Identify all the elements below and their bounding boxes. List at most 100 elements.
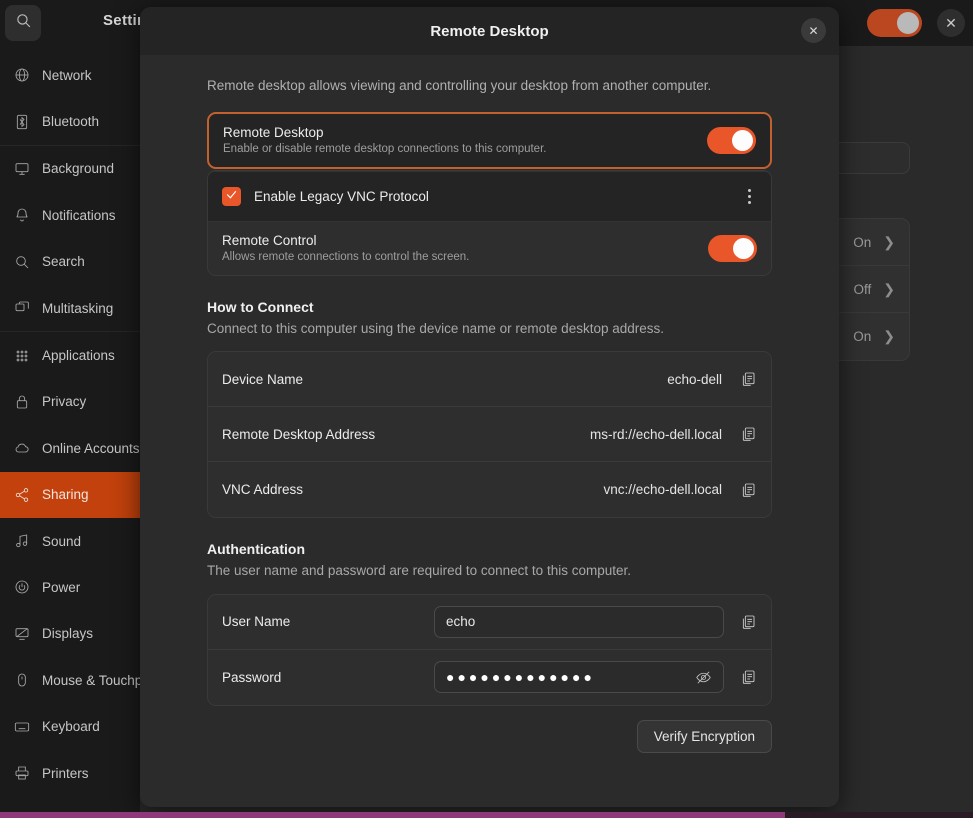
sidebar-item-privacy[interactable]: Privacy xyxy=(0,379,140,425)
remote-control-row[interactable]: Remote Control Allows remote connections… xyxy=(208,222,771,276)
connection-info-value: echo-dell xyxy=(667,371,722,387)
sidebar-item-online-accounts[interactable]: Online Accounts xyxy=(0,425,140,471)
copy-icon[interactable] xyxy=(739,425,757,443)
search-icon xyxy=(15,12,32,34)
eye-slash-icon[interactable] xyxy=(694,668,712,686)
sidebar-item-power[interactable]: Power xyxy=(0,564,140,610)
screen: Settings ✕ Network Bluetooth Background Not… xyxy=(0,0,973,818)
sidebar-item-mouse-touchpad[interactable]: Mouse & Touchpad xyxy=(0,657,140,703)
toggle-knob xyxy=(732,129,753,151)
remote-desktop-options-group: Enable Legacy VNC Protocol Remote Contro… xyxy=(207,170,772,277)
sidebar-item-label: Network xyxy=(42,67,92,83)
kebab-menu-icon[interactable] xyxy=(742,185,757,208)
dialog-close-button[interactable]: ✕ xyxy=(801,18,826,43)
share-icon xyxy=(13,486,31,504)
password-input[interactable]: ●●●●●●●●●●●●● xyxy=(434,661,724,694)
lock-icon xyxy=(13,393,31,411)
dialog-intro-text: Remote desktop allows viewing and contro… xyxy=(207,78,712,93)
taskbar-active-strip xyxy=(0,812,785,818)
verify-encryption-button[interactable]: Verify Encryption xyxy=(636,719,772,753)
user-name-input[interactable]: echo xyxy=(434,605,724,638)
dialog-body: Remote desktop allows viewing and contro… xyxy=(140,55,839,807)
sidebar-item-label: Multitasking xyxy=(42,300,114,316)
remote-control-title: Remote Control xyxy=(222,233,317,249)
bluetooth-icon xyxy=(13,113,31,131)
connection-info-row: VNC Address vnc://echo-dell.local xyxy=(208,462,771,518)
legacy-vnc-checkbox[interactable] xyxy=(222,187,241,207)
chevron-right-icon: ❯ xyxy=(883,233,895,250)
sidebar-item-sound[interactable]: Sound xyxy=(0,518,140,564)
monitor-icon xyxy=(13,160,31,178)
dialog-title: Remote Desktop xyxy=(430,22,549,40)
sidebar-item-applications[interactable]: Applications xyxy=(0,332,140,378)
connection-info-value: ms-rd://echo-dell.local xyxy=(589,426,722,442)
connection-info-label: VNC Address xyxy=(222,482,304,498)
remote-desktop-row[interactable]: Remote Desktop Enable or disable remote … xyxy=(207,112,772,170)
user-name-label: User Name xyxy=(222,614,291,630)
connection-info-value: vnc://echo-dell.local xyxy=(603,482,722,498)
connection-info-list: Device Name echo-dell Remote Desktop Addre… xyxy=(207,351,772,519)
globe-icon xyxy=(13,66,31,84)
dialog-header: Remote Desktop ✕ xyxy=(140,7,839,55)
header-toggle[interactable] xyxy=(867,9,922,37)
sidebar-item-notifications[interactable]: Notifications xyxy=(0,192,140,238)
chevron-right-icon: ❯ xyxy=(883,328,895,344)
sidebar-item-network[interactable]: Network xyxy=(0,52,140,98)
remote-desktop-text: Remote Desktop Enable or disable remote … xyxy=(223,125,546,155)
background-setting-value: Off xyxy=(853,281,872,297)
legacy-vnc-row[interactable]: Enable Legacy VNC Protocol xyxy=(208,171,771,223)
music-note-icon xyxy=(13,532,31,550)
sidebar-item-multitasking[interactable]: Multitasking xyxy=(0,285,140,331)
sidebar-item-label: Applications xyxy=(42,348,115,364)
close-icon: ✕ xyxy=(945,14,957,31)
taskbar-inactive-strip xyxy=(785,812,973,818)
user-name-row: User Name echo xyxy=(208,594,771,650)
sidebar-item-label: Online Accounts xyxy=(42,440,140,456)
remote-desktop-subtitle: Enable or disable remote desktop connect… xyxy=(223,143,547,156)
copy-icon[interactable] xyxy=(739,370,757,388)
sidebar-item-displays[interactable]: Displays xyxy=(0,611,140,657)
search-icon xyxy=(13,253,31,271)
sidebar-item-sharing[interactable]: Sharing xyxy=(0,471,140,518)
remote-desktop-dialog: Remote Desktop ✕ Remote desktop allows v… xyxy=(140,7,839,807)
legacy-vnc-label: Enable Legacy VNC Protocol xyxy=(254,189,429,205)
sidebar-item-bluetooth[interactable]: Bluetooth xyxy=(0,98,140,144)
background-setting-value: On xyxy=(853,329,872,344)
how-to-connect-description: Connect to this computer using the devic… xyxy=(207,321,664,337)
dialog-actions: Verify Encryption xyxy=(207,719,772,753)
sidebar-item-label: Mouse & Touchpad xyxy=(42,672,140,688)
close-icon: ✕ xyxy=(808,23,819,38)
sidebar-item-keyboard[interactable]: Keyboard xyxy=(0,703,140,749)
remote-control-toggle[interactable] xyxy=(708,234,757,262)
toggle-knob xyxy=(733,237,754,259)
sidebar-item-background[interactable]: Background xyxy=(0,146,140,192)
sidebar-item-search[interactable]: Search xyxy=(0,239,140,285)
grid-dots-icon xyxy=(13,347,31,365)
sidebar-item-removable-media[interactable]: Removable Media xyxy=(0,796,140,813)
printer-icon xyxy=(13,764,31,782)
check-icon xyxy=(225,188,238,206)
remote-control-text: Remote Control Allows remote connections… xyxy=(222,233,469,263)
taskbar xyxy=(0,812,973,818)
remote-desktop-toggle[interactable] xyxy=(707,126,756,154)
copy-icon[interactable] xyxy=(739,613,757,631)
authentication-fields: User Name echo Password ●●●●●●●●●●●●● xyxy=(207,593,772,706)
remote-control-subtitle: Allows remote connections to control the… xyxy=(222,251,470,264)
power-icon xyxy=(13,578,31,596)
connection-info-label: Device Name xyxy=(222,371,304,387)
sidebar-item-label: Displays xyxy=(42,626,94,642)
cloud-icon xyxy=(13,439,31,457)
sidebar-item-printers[interactable]: Printers xyxy=(0,750,140,796)
copy-icon[interactable] xyxy=(739,481,757,499)
connection-info-label: Remote Desktop Address xyxy=(222,426,376,442)
windows-icon xyxy=(13,299,31,317)
sidebar-item-label: Printers xyxy=(42,765,89,781)
search-button[interactable] xyxy=(5,5,41,41)
sidebar-item-label: Notifications xyxy=(42,207,116,223)
window-close-button[interactable]: ✕ xyxy=(937,9,965,37)
copy-icon[interactable] xyxy=(739,668,757,686)
display-icon xyxy=(13,625,31,643)
password-row: Password ●●●●●●●●●●●●● xyxy=(208,649,771,705)
remote-desktop-title: Remote Desktop xyxy=(223,125,324,141)
sidebar-item-label: Background xyxy=(42,161,115,177)
